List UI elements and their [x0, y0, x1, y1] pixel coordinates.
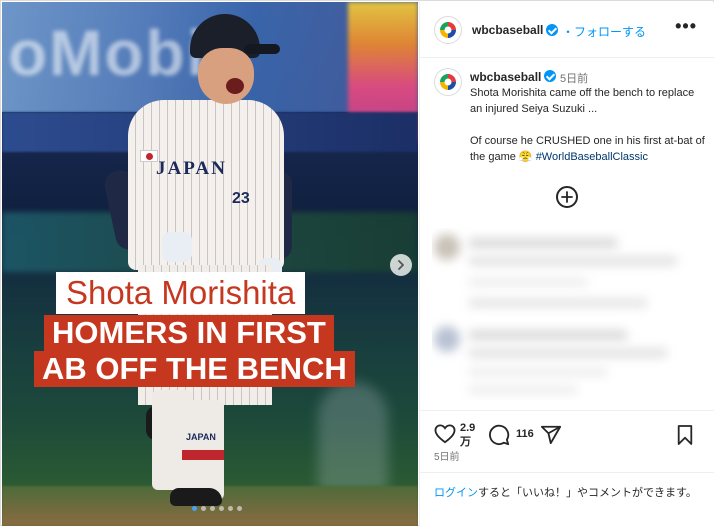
share-button[interactable]: [540, 424, 562, 451]
post-username[interactable]: wbcbaseball: [472, 23, 543, 37]
carousel-dot: [228, 506, 233, 511]
carousel-dot: [192, 506, 197, 511]
avatar[interactable]: [434, 68, 462, 96]
batting-glove-left: [162, 232, 192, 262]
comment-count[interactable]: 116: [516, 428, 534, 440]
carousel-dot: [237, 506, 242, 511]
jersey-lettering: JAPAN: [156, 158, 227, 179]
login-prompt: ログインすると「いいね！」やコメントができます。: [420, 472, 714, 526]
like-count-unit: 万: [460, 436, 471, 448]
save-button[interactable]: [676, 424, 694, 451]
action-bar: 2.9 万 116: [420, 410, 714, 464]
chevron-right-icon: [398, 260, 404, 270]
share-icon: [540, 425, 562, 445]
like-count-number: 2.9: [460, 422, 476, 434]
carousel-dot: [219, 506, 224, 511]
player-face: [198, 48, 254, 104]
carousel-dot: [210, 506, 215, 511]
login-prompt-text: ログインすると「いいね！」やコメントができます。: [434, 485, 702, 501]
caption-timestamp[interactable]: 5日前: [560, 70, 588, 86]
login-prompt-rest: すると「いいね！」やコメントができます。: [478, 487, 697, 499]
wbc-logo-icon: [439, 73, 457, 91]
caption-username[interactable]: wbcbaseball: [470, 70, 541, 84]
post-timestamp: 5日前: [434, 452, 460, 463]
avatar[interactable]: [434, 16, 462, 44]
headline-line-2: HOMERS IN FIRST: [44, 315, 334, 351]
post-header: wbcbaseball ・フォローする •••: [420, 2, 714, 58]
post-frame: oMobi JAPAN 23 JAPAN Shota Morishita HOM…: [0, 0, 714, 526]
login-link[interactable]: ログイン: [434, 487, 478, 499]
caption-line-2: Of course he CRUSHED one in his first at…: [470, 133, 708, 165]
follow-button[interactable]: ・フォローする: [562, 23, 646, 40]
carousel-dot: [201, 506, 206, 511]
helmet-brim: [244, 44, 280, 54]
more-options-icon[interactable]: •••: [675, 16, 697, 37]
heart-icon: [434, 424, 456, 444]
jersey-number: 23: [232, 190, 250, 207]
player-jersey: [128, 100, 284, 270]
carousel-indicator: [192, 506, 242, 511]
background-player: [318, 382, 388, 492]
load-more-comments-button[interactable]: [556, 186, 578, 208]
verified-badge-icon: [546, 24, 558, 36]
caption-text: Shota Morishita came off the bench to re…: [470, 85, 708, 181]
like-button[interactable]: [434, 424, 456, 449]
post-caption: wbcbaseball 5日前 Shota Morishita came off…: [420, 58, 714, 228]
comment-icon: [489, 424, 510, 446]
post-media[interactable]: oMobi JAPAN 23 JAPAN Shota Morishita HOM…: [2, 2, 418, 526]
verified-badge-icon: [544, 70, 556, 82]
player-right-shoe: [170, 488, 222, 506]
player-mouth: [226, 78, 244, 94]
headline-line-3: AB OFF THE BENCH: [34, 351, 355, 387]
post-sidebar: wbcbaseball ・フォローする ••• wbcbaseball 5日前: [419, 2, 714, 526]
like-count[interactable]: 2.9 万: [460, 421, 475, 449]
player-image: JAPAN 23 JAPAN: [102, 10, 292, 520]
sock-stripe: [182, 450, 224, 460]
bookmark-icon: [677, 425, 693, 445]
caption-line-1: Shota Morishita came off the bench to re…: [470, 87, 695, 115]
blurred-comments: [432, 228, 708, 400]
plus-circle-icon: [561, 191, 573, 203]
sock-lettering: JAPAN: [186, 432, 216, 442]
carousel-next-button[interactable]: [390, 254, 412, 276]
wbc-logo-icon: [439, 21, 457, 39]
headline-name: Shota Morishita: [56, 272, 306, 314]
hashtag-link[interactable]: #WorldBaseballClassic: [536, 151, 648, 163]
comment-button[interactable]: [488, 424, 510, 451]
